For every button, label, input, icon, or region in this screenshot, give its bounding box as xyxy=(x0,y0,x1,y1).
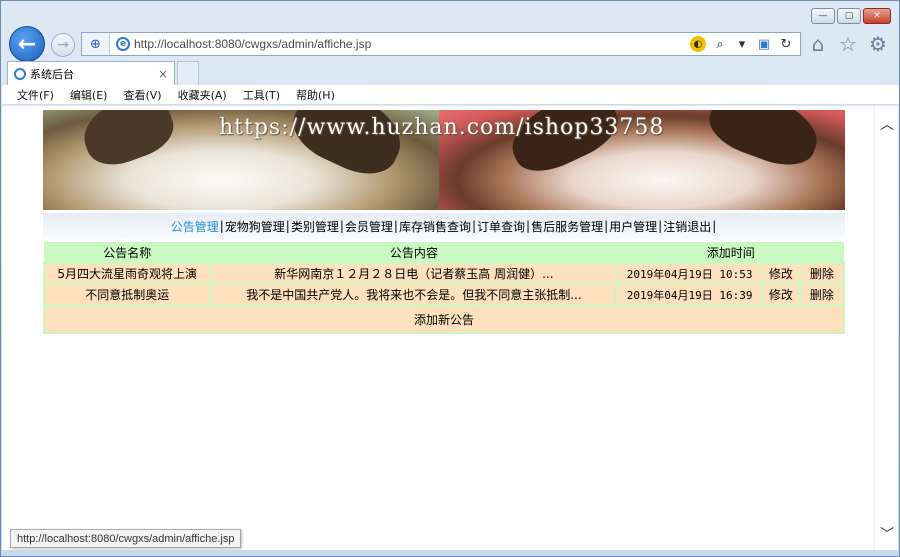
delete-link[interactable]: 删除 xyxy=(798,262,846,285)
table-footer-row: 添加新公告 xyxy=(43,304,845,334)
tab-title: 系统后台 xyxy=(30,67,74,81)
scroll-down-icon[interactable]: ﹀ xyxy=(875,524,899,544)
menu-view[interactable]: 查看(V) xyxy=(116,87,168,103)
home-icon[interactable]: ⌂ xyxy=(807,32,829,56)
cell-time: 2019年04月19日 16:39 xyxy=(616,283,763,306)
banner-image: https://www.huzhan.com/ishop33758 xyxy=(43,110,845,210)
edit-link[interactable]: 修改 xyxy=(760,283,801,306)
menu-favorites[interactable]: 收藏夹(A) xyxy=(171,87,234,103)
announcement-table: 公告名称 公告内容 添加时间 5月四大流星雨奇观将上演 新华网南京１２月２８日电… xyxy=(42,242,846,334)
banner-watermark: https://www.huzhan.com/ishop33758 xyxy=(219,115,665,140)
settings-gear-icon[interactable]: ⚙ xyxy=(867,32,889,56)
favorites-star-icon[interactable]: ☆ xyxy=(837,32,859,56)
cell-name: 5月四大流星雨奇观将上演 xyxy=(42,262,212,285)
table-header-row: 公告名称 公告内容 添加时间 xyxy=(44,242,844,263)
tab-close-icon[interactable]: × xyxy=(158,67,168,81)
page-content: https://www.huzhan.com/ishop33758 公告管理 |… xyxy=(2,106,874,550)
minimize-button[interactable]: — xyxy=(811,8,835,24)
delete-link[interactable]: 删除 xyxy=(798,283,846,306)
header-content: 公告内容 xyxy=(389,245,438,260)
ie-page-icon: e xyxy=(116,37,130,51)
nav-announcements[interactable]: 公告管理 xyxy=(171,218,219,235)
cell-content: 新华网南京１２月２８日电（记者蔡玉高 周润健）... xyxy=(209,262,619,285)
header-time: 添加时间 xyxy=(706,245,755,260)
nav-members[interactable]: 会员管理 xyxy=(345,218,393,235)
add-announcement-link[interactable]: 添加新公告 xyxy=(43,304,845,334)
menu-edit[interactable]: 编辑(E) xyxy=(63,87,115,103)
menu-file[interactable]: 文件(F) xyxy=(10,87,61,103)
new-tab-button[interactable] xyxy=(177,61,199,85)
table-row: 不同意抵制奥运 我不是中国共产党人。我将来也不会是。但我不同意主张抵制... 2… xyxy=(42,283,846,306)
maximize-button[interactable]: ▢ xyxy=(837,8,861,24)
scroll-up-icon[interactable]: ︿ xyxy=(875,114,899,134)
menu-help[interactable]: 帮助(H) xyxy=(289,87,342,103)
nav-dogs[interactable]: 宠物狗管理 xyxy=(225,218,285,235)
search-icon[interactable]: ⌕ xyxy=(712,36,728,52)
feed-icon[interactable]: ▣ xyxy=(756,36,772,52)
tab-ie-icon xyxy=(14,67,26,80)
cell-content: 我不是中国共产党人。我将来也不会是。但我不同意主张抵制... xyxy=(209,283,619,306)
close-window-button[interactable]: ✕ xyxy=(863,8,891,24)
compatibility-view-icon[interactable]: ◐ xyxy=(690,36,706,52)
address-bar[interactable]: ⊕ e http://localhost:8080/cwgxs/admin/af… xyxy=(81,32,801,56)
browser-window: — ▢ ✕ ← → ⊕ e http://localhost:8080/cwgx… xyxy=(0,0,900,557)
tab-system-admin[interactable]: 系统后台 × xyxy=(7,61,175,85)
edit-link[interactable]: 修改 xyxy=(760,262,801,285)
dropdown-arrow-icon[interactable]: ▾ xyxy=(734,36,750,52)
nav-categories[interactable]: 类别管理 xyxy=(291,218,339,235)
window-caption-buttons: — ▢ ✕ xyxy=(811,8,891,24)
address-text[interactable]: http://localhost:8080/cwgxs/admin/affich… xyxy=(134,37,690,51)
nav-users[interactable]: 用户管理 xyxy=(609,218,657,235)
status-url-tooltip: http://localhost:8080/cwgxs/admin/affich… xyxy=(10,529,242,548)
nav-inventory[interactable]: 库存销售查询 xyxy=(399,218,471,235)
forward-button[interactable]: → xyxy=(51,33,75,57)
admin-nav: 公告管理 | 宠物狗管理 | 类别管理 | 会员管理 | 库存销售查询 | 订单… xyxy=(43,213,845,239)
vertical-scrollbar[interactable]: ︿ ﹀ xyxy=(874,106,898,550)
nav-after-sales[interactable]: 售后服务管理 xyxy=(531,218,603,235)
refresh-icon[interactable]: ↻ xyxy=(778,36,794,52)
nav-orders[interactable]: 订单查询 xyxy=(477,218,525,235)
menu-bar: 文件(F) 编辑(E) 查看(V) 收藏夹(A) 工具(T) 帮助(H) xyxy=(2,85,899,105)
nav-logout[interactable]: 注销退出 xyxy=(663,218,711,235)
cell-name: 不同意抵制奥运 xyxy=(42,283,212,306)
nav-separator: | xyxy=(712,219,717,233)
header-name: 公告名称 xyxy=(103,245,152,260)
favorites-dropdown-icon[interactable]: ⊕ xyxy=(82,33,110,55)
cell-time: 2019年04月19日 10:53 xyxy=(616,262,763,285)
table-row: 5月四大流星雨奇观将上演 新华网南京１２月２８日电（记者蔡玉高 周润健）... … xyxy=(42,262,846,285)
back-button[interactable]: ← xyxy=(9,26,45,62)
menu-tools[interactable]: 工具(T) xyxy=(236,87,287,103)
